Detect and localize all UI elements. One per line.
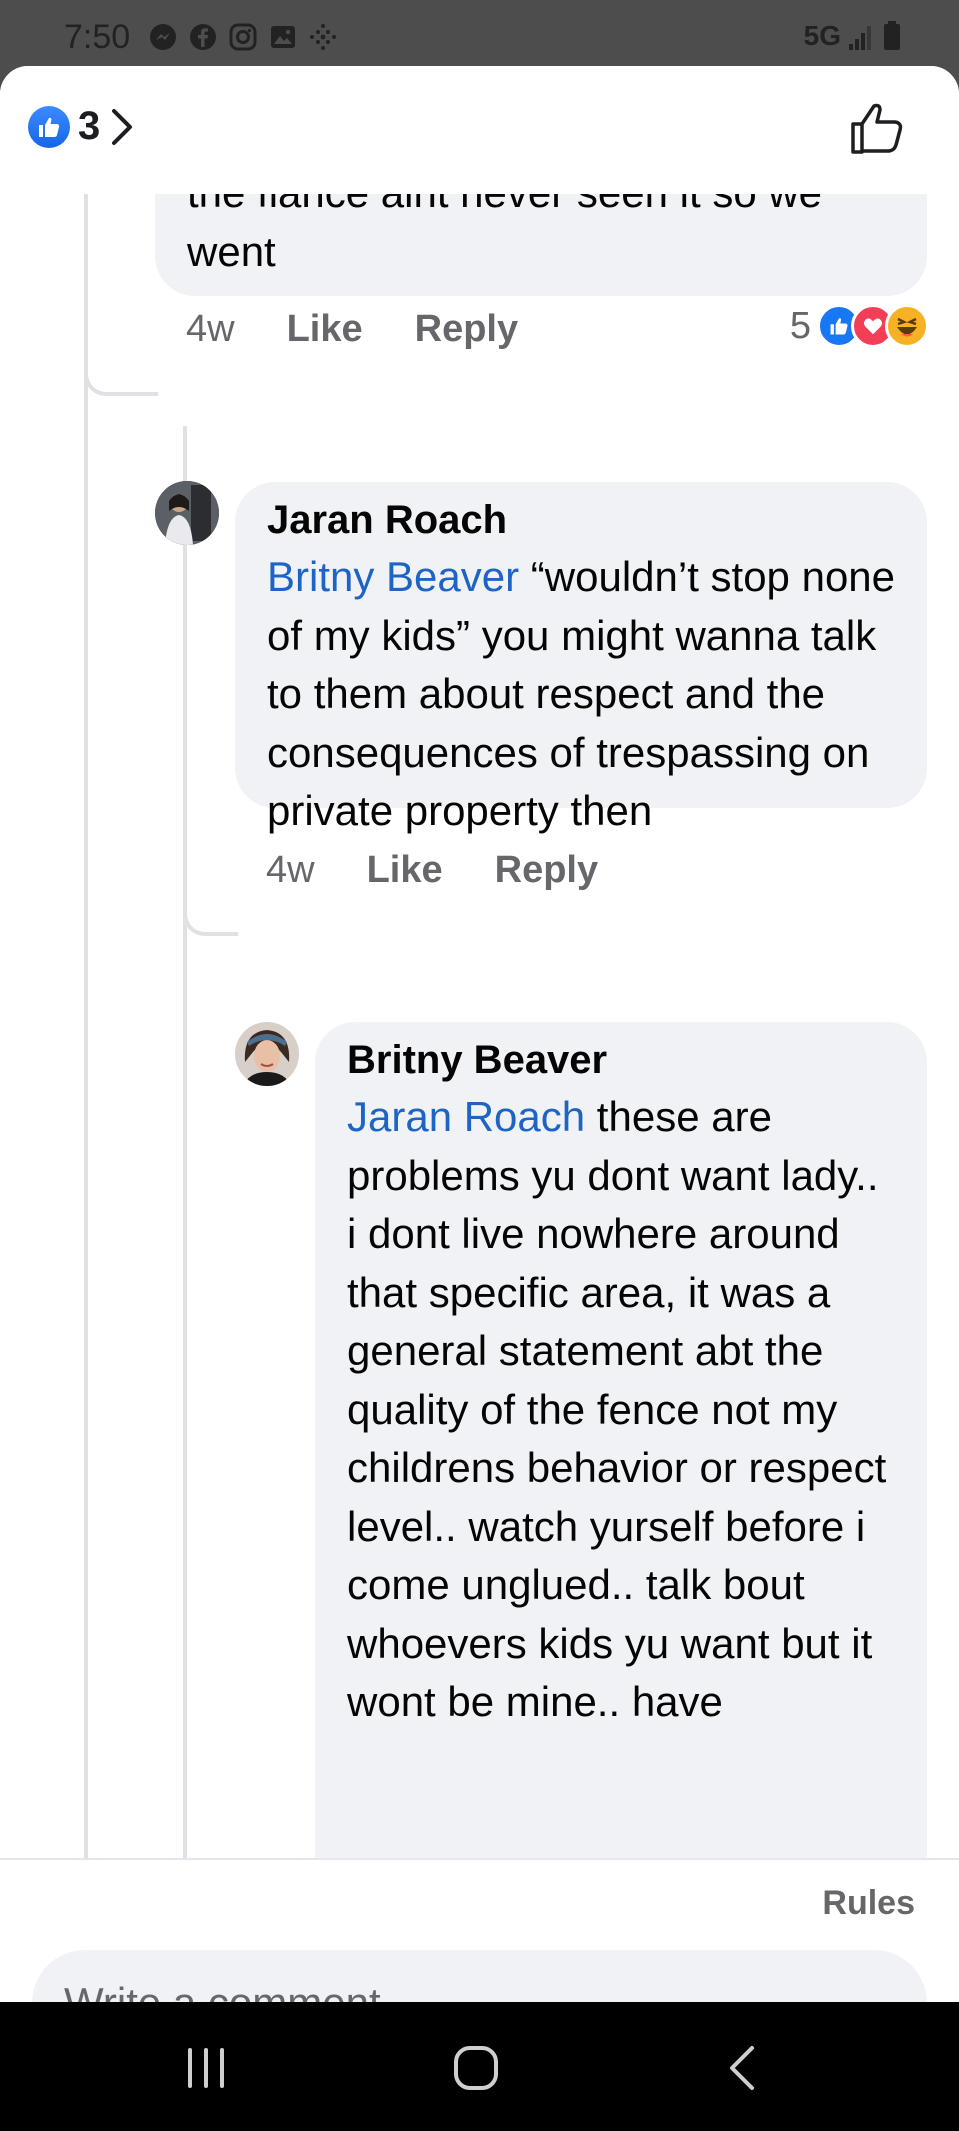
like-icon <box>28 105 70 148</box>
comment-text: the fiance aint never seen it so we went <box>187 194 822 275</box>
thread-line <box>84 194 88 1858</box>
comment-mention[interactable]: Britny Beaver <box>267 553 519 600</box>
like-post-button[interactable] <box>847 98 907 158</box>
battery-icon <box>884 21 900 50</box>
reply-button[interactable]: Reply <box>495 849 598 892</box>
comment-actions: 4w Like Reply <box>186 308 570 351</box>
thread-connector <box>84 334 158 396</box>
rules-link[interactable]: Rules <box>822 1884 915 1923</box>
notification-icons <box>148 22 338 52</box>
haha-reaction-icon <box>885 304 929 348</box>
avatar[interactable] <box>155 481 219 545</box>
gallery-icon <box>271 26 295 48</box>
system-nav-bar <box>0 2002 959 2131</box>
like-button[interactable]: Like <box>367 849 443 892</box>
write-comment-input[interactable]: Write a comment… <box>32 1950 927 2002</box>
comment-text: Britny Beaver “wouldn’t stop none of my … <box>267 548 897 841</box>
instagram-icon <box>229 23 257 51</box>
chevron-right-icon <box>112 108 133 145</box>
comment-bubble[interactable]: the fiance aint never seen it so we went <box>155 194 927 296</box>
network-label: 5G <box>803 20 841 51</box>
reaction-count: 3 <box>78 104 101 148</box>
thread-connector <box>183 874 238 936</box>
comment-author[interactable]: Britny Beaver <box>347 1032 899 1088</box>
comment-reactions[interactable]: 5 <box>790 304 929 348</box>
reaction-summary[interactable]: 3 <box>28 104 136 149</box>
home-button[interactable] <box>446 2038 506 2098</box>
messenger-icon <box>150 24 176 50</box>
facebook-icon <box>190 24 216 50</box>
signal-icon <box>849 26 871 50</box>
dots-icon <box>310 24 336 50</box>
comment-time: 4w <box>186 308 235 350</box>
status-bar: 7:50 5G <box>0 0 959 70</box>
back-button[interactable] <box>714 2038 774 2098</box>
status-right: 5G <box>804 20 901 52</box>
avatar[interactable] <box>235 1022 299 1086</box>
comment-bubble[interactable]: Britny Beaver Jaran Roach these are prob… <box>315 1022 927 1858</box>
comment-body: these are problems yu dont want lady.. i… <box>347 1093 887 1725</box>
thread-line <box>183 426 187 1858</box>
comment-author[interactable]: Jaran Roach <box>267 492 897 548</box>
sheet-header: 3 <box>0 66 959 194</box>
comment-thread: the fiance aint never seen it so we went… <box>0 194 959 1858</box>
comment-footer: Rules Write a comment… <box>0 1858 959 2002</box>
comments-sheet: 3 the fiance aint never seen it so we we… <box>0 66 959 2002</box>
comment-actions: 4w Like Reply <box>266 849 650 892</box>
comment-reaction-count: 5 <box>789 304 811 347</box>
comment-mention[interactable]: Jaran Roach <box>347 1093 585 1140</box>
reply-button[interactable]: Reply <box>415 308 518 351</box>
comment-time: 4w <box>266 849 315 891</box>
status-time: 7:50 <box>64 18 131 56</box>
like-button[interactable]: Like <box>287 308 363 351</box>
comment-text: Jaran Roach these are problems yu dont w… <box>347 1088 899 1732</box>
comment-bubble[interactable]: Jaran Roach Britny Beaver “wouldn’t stop… <box>235 482 927 834</box>
recent-apps-button[interactable] <box>176 2038 236 2098</box>
